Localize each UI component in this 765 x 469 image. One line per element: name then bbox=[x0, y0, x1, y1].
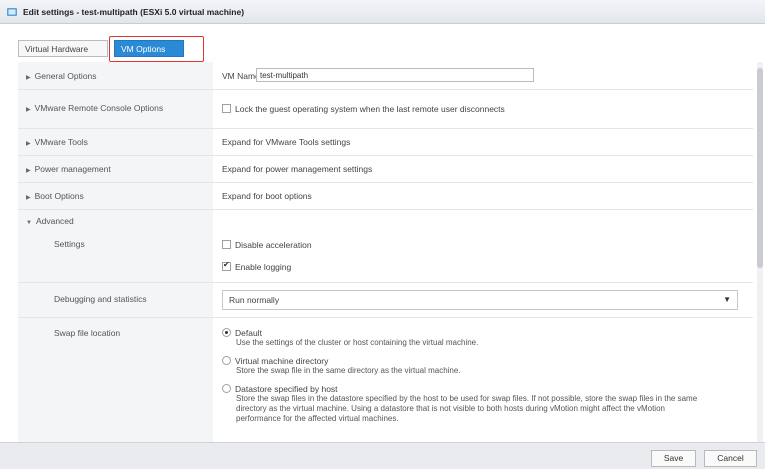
swap-option-default[interactable]: Default Use the settings of the cluster … bbox=[222, 328, 742, 348]
boot-options-desc: Expand for boot options bbox=[222, 191, 312, 201]
expand-arrow-icon: ▶ bbox=[26, 75, 31, 81]
row-vmrc-options: ▶ VMware Remote Console Options Lock the … bbox=[18, 90, 753, 128]
row-boot-options: ▶ Boot Options Expand for boot options bbox=[18, 183, 753, 209]
swap-vm-directory-radio[interactable] bbox=[222, 356, 231, 365]
advanced-label: Advanced bbox=[35, 216, 74, 226]
boot-options-label: Boot Options bbox=[34, 191, 84, 201]
swap-option-datastore-host[interactable]: Datastore specified by host Store the sw… bbox=[222, 384, 742, 424]
row-advanced: ▼ Advanced bbox=[18, 210, 753, 230]
disable-acceleration-option[interactable]: Disable acceleration bbox=[222, 240, 312, 250]
swap-default-label: Default bbox=[235, 328, 262, 338]
swap-default-radio[interactable] bbox=[222, 328, 231, 337]
settings-label: Settings bbox=[54, 239, 85, 249]
row-general-options: ▶ General Options VM Name: bbox=[18, 62, 753, 89]
lock-guest-checkbox[interactable] bbox=[222, 104, 231, 113]
debugging-label: Debugging and statistics bbox=[54, 294, 147, 304]
dialog-footer: Save Cancel bbox=[0, 442, 765, 469]
disable-acceleration-checkbox[interactable] bbox=[222, 240, 231, 249]
dropdown-arrow-icon: ▼ bbox=[723, 295, 731, 304]
swap-datastore-host-radio[interactable] bbox=[222, 384, 231, 393]
expand-arrow-icon: ▶ bbox=[26, 168, 31, 174]
row-advanced-settings: Settings Disable acceleration Enable log… bbox=[18, 230, 753, 282]
vertical-scrollbar[interactable] bbox=[757, 62, 763, 442]
dialog-titlebar: Edit settings - test-multipath (ESXi 5.0… bbox=[0, 0, 765, 24]
enable-logging-checkbox[interactable] bbox=[222, 260, 231, 271]
vmware-tools-desc: Expand for VMware Tools settings bbox=[222, 137, 351, 147]
disable-acceleration-label: Disable acceleration bbox=[235, 240, 312, 250]
tab-bar: Virtual Hardware VM Options bbox=[0, 24, 765, 62]
expand-arrow-icon: ▶ bbox=[26, 141, 31, 147]
row-vmware-tools: ▶ VMware Tools Expand for VMware Tools se… bbox=[18, 129, 753, 155]
vmrc-options-toggle[interactable]: ▶ VMware Remote Console Options bbox=[26, 103, 163, 113]
vmrc-options-label: VMware Remote Console Options bbox=[34, 103, 164, 113]
swap-datastore-host-label: Datastore specified by host bbox=[235, 384, 338, 394]
enable-logging-label: Enable logging bbox=[235, 262, 292, 272]
tab-highlight-box bbox=[109, 36, 204, 62]
row-power-management: ▶ Power management Expand for power manag… bbox=[18, 156, 753, 182]
expand-arrow-icon: ▶ bbox=[26, 195, 31, 201]
tab-virtual-hardware[interactable]: Virtual Hardware bbox=[18, 40, 108, 57]
expand-arrow-icon: ▶ bbox=[26, 107, 31, 113]
row-swap-file-location: Swap file location Default Use the setti… bbox=[18, 318, 753, 442]
collapse-arrow-icon: ▼ bbox=[26, 220, 32, 226]
swap-datastore-host-desc: Store the swap files in the datastore sp… bbox=[236, 394, 698, 423]
vmware-tools-label: VMware Tools bbox=[34, 137, 88, 147]
power-management-label: Power management bbox=[34, 164, 111, 174]
vm-name-input[interactable] bbox=[256, 68, 534, 82]
general-options-toggle[interactable]: ▶ General Options bbox=[26, 71, 97, 81]
save-button[interactable]: Save bbox=[651, 450, 696, 467]
swap-location-label: Swap file location bbox=[54, 328, 121, 338]
debugging-select[interactable]: Run normally ▼ bbox=[222, 290, 738, 310]
power-management-toggle[interactable]: ▶ Power management bbox=[26, 164, 111, 174]
lock-guest-label: Lock the guest operating system when the… bbox=[235, 104, 505, 114]
general-options-label: General Options bbox=[34, 71, 97, 81]
debugging-select-value: Run normally bbox=[229, 295, 280, 305]
swap-vm-directory-label: Virtual machine directory bbox=[235, 356, 329, 366]
enable-logging-option[interactable]: Enable logging bbox=[222, 260, 292, 272]
swap-option-vm-directory[interactable]: Virtual machine directory Store the swap… bbox=[222, 356, 742, 376]
row-debugging: Debugging and statistics Run normally ▼ bbox=[18, 283, 753, 317]
vm-icon bbox=[6, 6, 18, 18]
cancel-button[interactable]: Cancel bbox=[704, 450, 757, 467]
advanced-toggle[interactable]: ▼ Advanced bbox=[26, 216, 74, 226]
boot-options-toggle[interactable]: ▶ Boot Options bbox=[26, 191, 84, 201]
swap-vm-directory-desc: Store the swap file in the same director… bbox=[236, 366, 461, 375]
scrollbar-thumb[interactable] bbox=[757, 68, 763, 268]
swap-default-desc: Use the settings of the cluster or host … bbox=[236, 338, 479, 347]
vmware-tools-toggle[interactable]: ▶ VMware Tools bbox=[26, 137, 88, 147]
lock-guest-option[interactable]: Lock the guest operating system when the… bbox=[222, 104, 505, 114]
dialog-title: Edit settings - test-multipath (ESXi 5.0… bbox=[23, 6, 245, 17]
power-management-desc: Expand for power management settings bbox=[222, 164, 373, 174]
settings-panel: ▶General Options VM Name: ▶VMware Remote… bbox=[18, 62, 753, 442]
